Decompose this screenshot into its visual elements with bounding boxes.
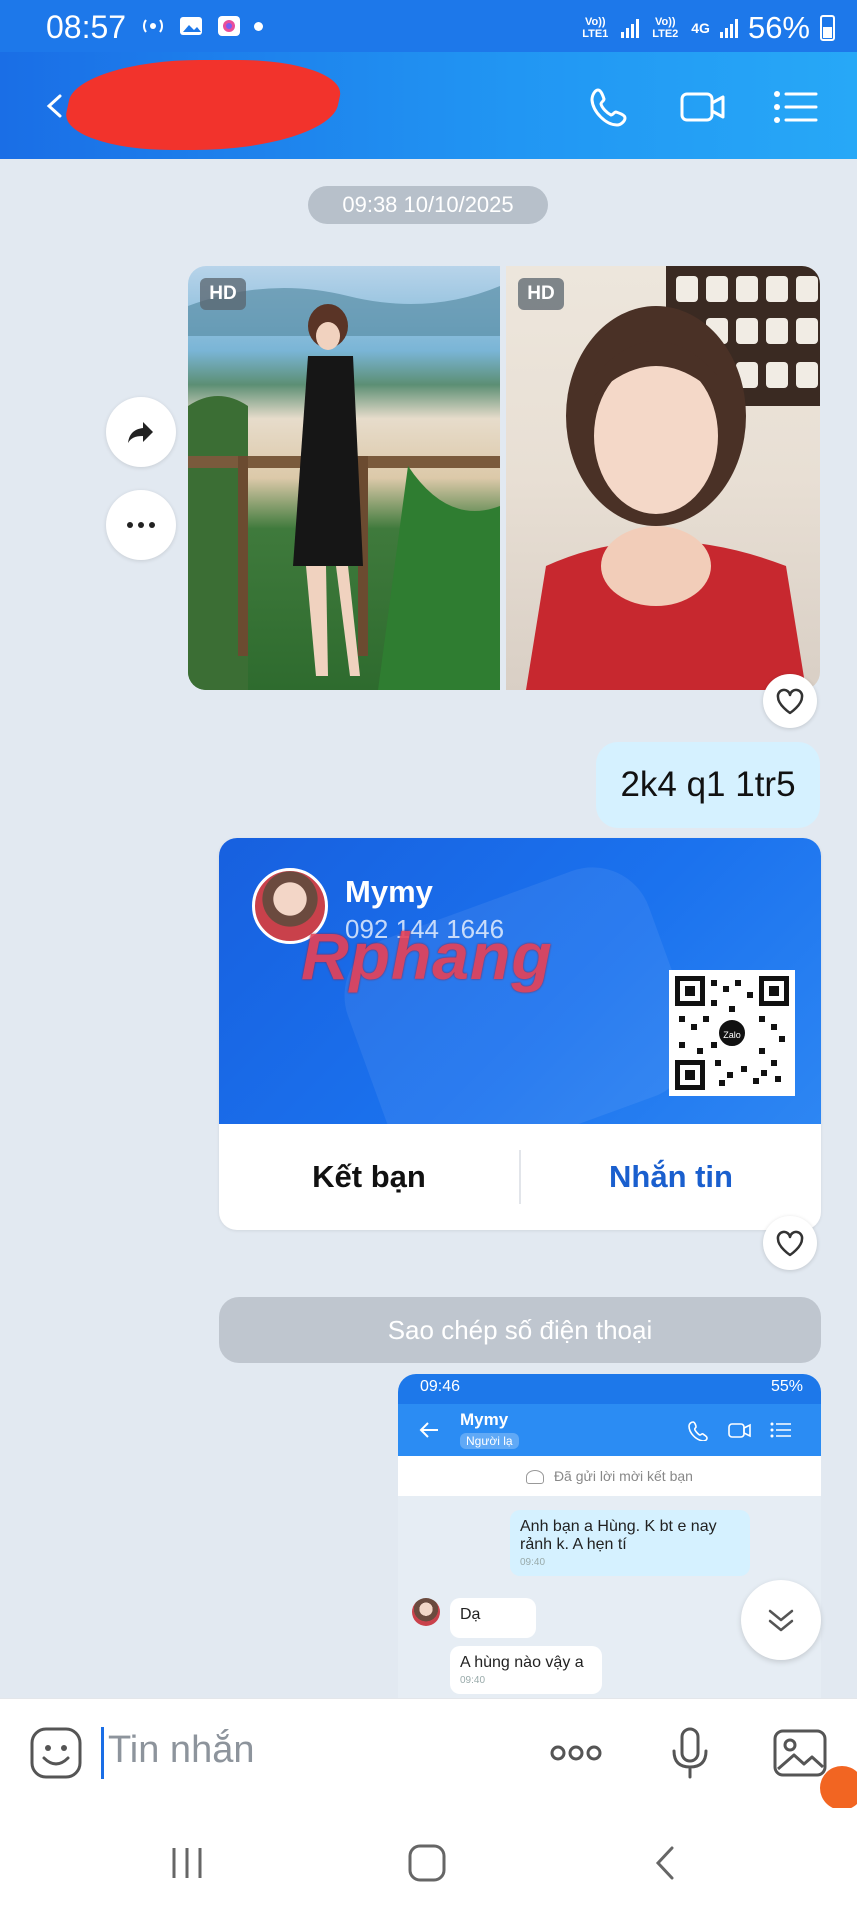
heart-icon <box>776 1230 804 1257</box>
friend-request-text: Đã gửi lời mời kết bạn <box>553 1468 693 1484</box>
signal-icon <box>621 18 640 38</box>
video-call-button[interactable] <box>678 82 728 132</box>
embedded-sent-message: Anh bạn a Hùng. K bt e nay rảnh k. A hẹn… <box>510 1510 750 1576</box>
sticker-icon <box>30 1727 82 1779</box>
text-cursor <box>101 1727 104 1779</box>
embedded-message-time: 09:40 <box>520 1557 546 1568</box>
avatar <box>412 1598 440 1626</box>
system-nav-bar <box>0 1808 857 1911</box>
floating-assistant-button[interactable] <box>820 1766 857 1810</box>
forward-button[interactable] <box>106 397 176 467</box>
watermark: Rphang <box>301 919 553 993</box>
status-bar: 08:57 Vo)) LTE1 Vo)) LTE2 4G 56% <box>0 0 857 52</box>
sticker-button[interactable] <box>26 1723 86 1783</box>
scroll-to-bottom-button[interactable] <box>741 1580 821 1660</box>
embedded-contact-tag: Người lạ <box>460 1433 519 1449</box>
zalo-logo: Zalo <box>717 1018 747 1048</box>
more-dots-icon <box>550 1745 602 1761</box>
menu-button[interactable] <box>770 82 820 132</box>
menu-list-icon <box>770 1422 791 1438</box>
status-right: Vo)) LTE1 Vo)) LTE2 4G 56% <box>579 10 835 46</box>
message-button[interactable]: Nhắn tin <box>521 1159 821 1195</box>
signal-icon <box>719 18 738 38</box>
recent-apps-icon[interactable] <box>164 1840 210 1886</box>
embedded-friend-request-note: Đã gửi lời mời kết bạn <box>398 1456 821 1496</box>
copy-phone-button[interactable]: Sao chép số điện thoại <box>219 1297 821 1363</box>
hotspot-icon <box>143 19 163 33</box>
contact-name: Mymy <box>345 874 433 909</box>
embedded-header: Mymy Người lạ <box>398 1404 821 1456</box>
video-icon <box>728 1423 751 1438</box>
phone-icon <box>688 1421 708 1441</box>
qr-code: Zalo <box>669 970 795 1096</box>
voice-message-button[interactable] <box>660 1723 720 1783</box>
redacted-contact-name <box>58 60 348 150</box>
sent-message[interactable]: 2k4 q1 1tr5 <box>596 742 820 828</box>
contact-card-header: Mymy 092 144 1646 Rphang Zalo <box>219 838 821 1186</box>
chat-header <box>0 52 857 159</box>
embedded-time: 09:46 <box>420 1378 461 1395</box>
phone-icon <box>590 88 627 127</box>
photo-selfie-image <box>526 266 820 690</box>
double-chevron-down-icon <box>768 1609 794 1632</box>
embedded-contact-name: Mymy <box>460 1410 509 1429</box>
battery-percent: 56% <box>747 10 810 45</box>
more-dots-icon <box>127 522 155 528</box>
contact-card[interactable]: Mymy 092 144 1646 Rphang Zalo Kết bạn Nh… <box>219 838 821 1230</box>
message-input[interactable]: Tin nhắn <box>108 1729 254 1772</box>
embedded-received-message: Dạ <box>450 1598 536 1638</box>
home-icon[interactable] <box>404 1840 450 1886</box>
embedded-battery: 55% <box>770 1378 803 1395</box>
more-actions-button[interactable] <box>546 1723 606 1783</box>
add-friend-icon <box>526 1470 545 1485</box>
gallery-icon <box>180 17 202 35</box>
battery-icon <box>820 15 835 41</box>
heart-icon <box>776 688 804 715</box>
app-notification-icon <box>218 16 240 36</box>
embedded-message-time: 09:40 <box>460 1675 486 1686</box>
embedded-message-text: Anh bạn a Hùng. K bt e nay rảnh k. A hẹn… <box>520 1518 717 1553</box>
hd-badge: HD <box>518 278 564 310</box>
embedded-message-text: A hùng nào vậy a <box>460 1654 584 1671</box>
forward-icon <box>128 422 153 443</box>
back-arrow-icon <box>419 1422 438 1438</box>
embedded-message-text: Dạ <box>460 1606 481 1623</box>
video-icon <box>680 92 725 122</box>
more-options-button[interactable] <box>106 490 176 560</box>
chat-timestamp: 09:38 10/10/2025 <box>308 186 548 224</box>
embedded-received-message: A hùng nào vậy a 09:40 <box>450 1646 602 1694</box>
add-friend-button[interactable]: Kết bạn <box>219 1159 519 1195</box>
call-button[interactable] <box>586 82 636 132</box>
hd-badge: HD <box>200 278 246 310</box>
more-notifications-dot <box>254 21 263 31</box>
image-picker-button[interactable] <box>770 1723 830 1783</box>
menu-list-icon <box>774 91 818 123</box>
photo-selfie[interactable]: HD <box>506 266 820 690</box>
back-arrow-icon[interactable] <box>36 86 76 126</box>
react-heart-button[interactable] <box>763 1216 817 1270</box>
contact-card-actions: Kết bạn Nhắn tin <box>219 1124 821 1230</box>
microphone-icon <box>672 1727 708 1779</box>
network-type: 4G <box>691 20 710 36</box>
message-input-bar: Tin nhắn <box>0 1698 857 1808</box>
embedded-status-bar: 09:46 55% <box>398 1374 821 1404</box>
back-icon[interactable] <box>644 1840 690 1886</box>
photo-beach[interactable]: HD <box>188 266 500 690</box>
sim1-label: Vo)) LTE1 <box>582 16 609 40</box>
sim2-label: Vo)) LTE2 <box>652 16 679 40</box>
image-icon <box>773 1729 827 1777</box>
status-time: 08:57 <box>46 9 127 45</box>
react-heart-button[interactable] <box>763 674 817 728</box>
notification-icons <box>140 14 263 38</box>
photo-beach-image <box>188 286 500 690</box>
